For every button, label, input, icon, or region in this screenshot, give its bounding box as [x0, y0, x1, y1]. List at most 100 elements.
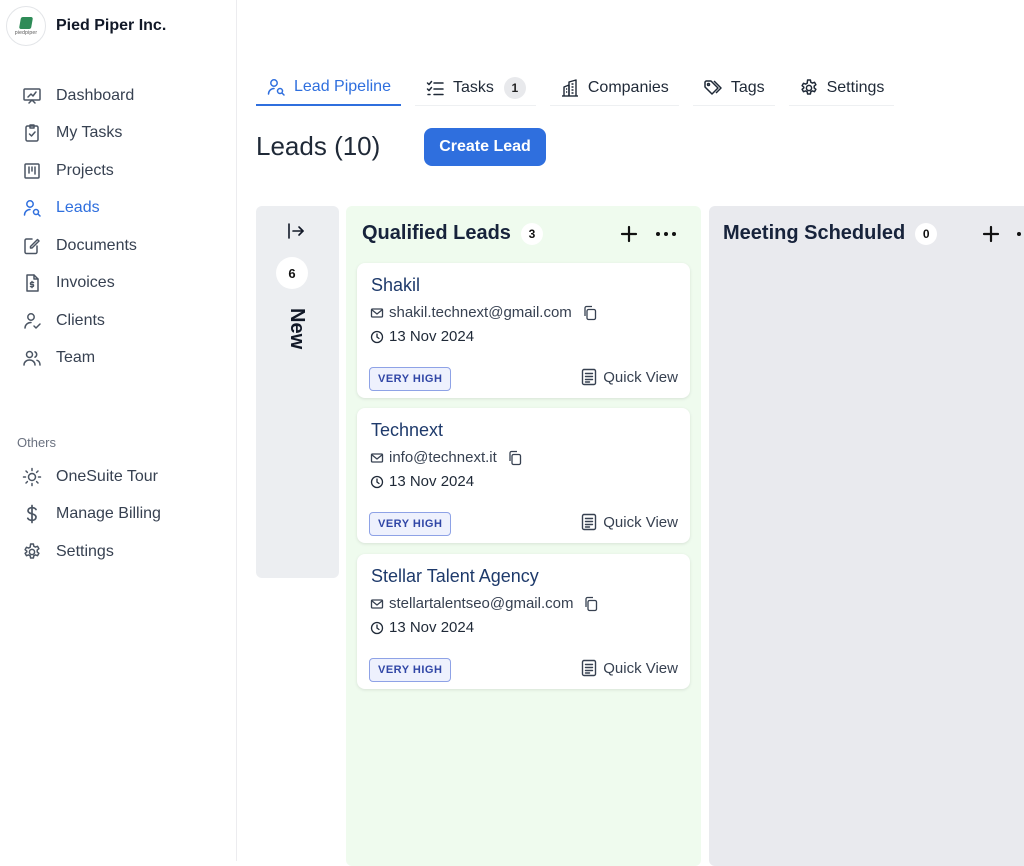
sidebar-item-label: Settings [56, 542, 114, 560]
clock-icon [370, 621, 384, 635]
mail-icon [370, 306, 384, 320]
column-title: Qualified Leads [362, 222, 511, 244]
sidebar-item-dashboard[interactable]: Dashboard [22, 77, 137, 115]
sidebar-item-label: Manage Billing [56, 505, 161, 523]
lead-email: info@technext.it [389, 449, 497, 466]
sidebar-item-clients[interactable]: Clients [22, 302, 137, 340]
lead-card[interactable]: Technext info@technext.it 13 Nov 2024 VE… [357, 408, 690, 543]
sidebar-item-leads[interactable]: Leads [22, 190, 137, 228]
column-qualified-leads: Qualified Leads 3 Shakil shakil.technext… [346, 206, 701, 866]
document-icon [581, 513, 597, 531]
lead-name[interactable]: Stellar Talent Agency [371, 566, 539, 587]
sidebar-item-label: Dashboard [56, 86, 135, 104]
user-search-icon [22, 198, 42, 218]
sun-icon [22, 467, 42, 487]
create-lead-button[interactable]: Create Lead [424, 128, 546, 166]
copy-icon[interactable] [582, 305, 598, 321]
dollar-icon [22, 504, 42, 524]
copy-icon[interactable] [583, 596, 599, 612]
user-search-icon [266, 77, 286, 97]
sidebar-item-label: Invoices [56, 274, 115, 292]
quick-view-label: Quick View [603, 513, 678, 531]
sidebar-item-onesuite-tour[interactable]: OneSuite Tour [22, 458, 161, 496]
priority-badge: VERY HIGH [369, 512, 452, 536]
column-meeting-scheduled: Meeting Scheduled 0 [709, 206, 1024, 866]
sidebar-item-documents[interactable]: Documents [22, 227, 137, 265]
tab-label: Settings [826, 78, 885, 96]
sidebar-item-label: Clients [56, 311, 105, 329]
quick-view-label: Quick View [603, 368, 678, 386]
sidebar-item-my-tasks[interactable]: My Tasks [22, 115, 137, 153]
document-icon [581, 659, 597, 677]
lead-email: shakil.technext@gmail.com [389, 304, 572, 321]
priority-badge: VERY HIGH [369, 367, 452, 391]
gear-icon [22, 542, 42, 562]
tab-settings[interactable]: Settings [788, 70, 895, 106]
tasks-count-badge: 1 [503, 76, 526, 99]
sidebar-item-manage-billing[interactable]: Manage Billing [22, 496, 161, 534]
sidebar-item-label: OneSuite Tour [56, 467, 158, 485]
clock-icon [370, 475, 384, 489]
building-icon [560, 78, 580, 98]
lead-email: stellartalentseo@gmail.com [389, 595, 574, 612]
sidebar-item-label: Projects [56, 161, 114, 179]
tab-label: Companies [587, 78, 669, 96]
more-options-icon[interactable] [1015, 223, 1024, 245]
column-count-badge: 3 [520, 222, 543, 245]
section-label-others: Others [17, 435, 57, 450]
column-count-badge: 0 [915, 222, 938, 245]
page-title: Leads (10) [256, 131, 381, 161]
expand-column-icon[interactable] [285, 220, 307, 242]
mail-icon [370, 451, 384, 465]
column-new-collapsed[interactable]: 6 New [256, 206, 339, 578]
lead-card[interactable]: Shakil shakil.technext@gmail.com 13 Nov … [357, 263, 690, 398]
tab-companies[interactable]: Companies [549, 70, 679, 106]
tab-label: Tags [730, 78, 765, 96]
company-name: Pied Piper Inc. [56, 17, 167, 34]
plus-icon[interactable] [980, 223, 1002, 245]
sidebar-item-settings[interactable]: Settings [22, 533, 161, 571]
sidebar-item-invoices[interactable]: Invoices [22, 265, 137, 303]
clipboard-check-icon [22, 123, 42, 143]
kanban-icon [22, 161, 42, 181]
tags-icon [703, 78, 723, 98]
users-icon [22, 348, 42, 368]
gear-icon [799, 78, 819, 98]
column-title: Meeting Scheduled [723, 222, 906, 244]
sidebar: piedpiper Pied Piper Inc. Dashboard My T… [0, 0, 237, 861]
lead-date: 13 Nov 2024 [389, 619, 475, 636]
tab-lead-pipeline[interactable]: Lead Pipeline [256, 70, 401, 106]
more-options-icon[interactable] [654, 223, 678, 245]
quick-view-label: Quick View [603, 659, 678, 677]
tab-label: Tasks [452, 78, 494, 96]
quick-view-button[interactable]: Quick View [581, 659, 678, 677]
invoice-icon [22, 273, 42, 293]
sidebar-item-label: My Tasks [56, 124, 123, 142]
quick-view-button[interactable]: Quick View [581, 368, 678, 386]
tab-tasks[interactable]: Tasks 1 [414, 70, 536, 106]
company-logo: piedpiper [6, 6, 46, 46]
lead-date: 13 Nov 2024 [389, 328, 475, 345]
column-count-badge: 6 [276, 257, 308, 289]
presentation-icon [22, 86, 42, 106]
sidebar-item-label: Team [56, 349, 96, 367]
clock-icon [370, 330, 384, 344]
lead-name[interactable]: Shakil [371, 275, 420, 296]
quick-view-button[interactable]: Quick View [581, 513, 678, 531]
plus-icon[interactable] [618, 223, 640, 245]
copy-icon[interactable] [507, 450, 523, 466]
lead-name[interactable]: Technext [371, 420, 443, 441]
sidebar-item-label: Documents [56, 236, 137, 254]
lead-card[interactable]: Stellar Talent Agency stellartalentseo@g… [357, 554, 690, 689]
tab-tags[interactable]: Tags [692, 70, 775, 106]
tab-label: Lead Pipeline [294, 78, 391, 95]
mail-icon [370, 597, 384, 611]
document-edit-icon [22, 236, 42, 256]
sidebar-item-projects[interactable]: Projects [22, 152, 137, 190]
priority-badge: VERY HIGH [369, 658, 452, 682]
document-icon [581, 368, 597, 386]
brand[interactable]: piedpiper Pied Piper Inc. [6, 6, 166, 46]
sidebar-others-nav: OneSuite Tour Manage Billing Settings [22, 458, 161, 571]
sidebar-item-team[interactable]: Team [22, 340, 137, 378]
sidebar-nav: Dashboard My Tasks Projects Leads Docume… [22, 77, 137, 377]
